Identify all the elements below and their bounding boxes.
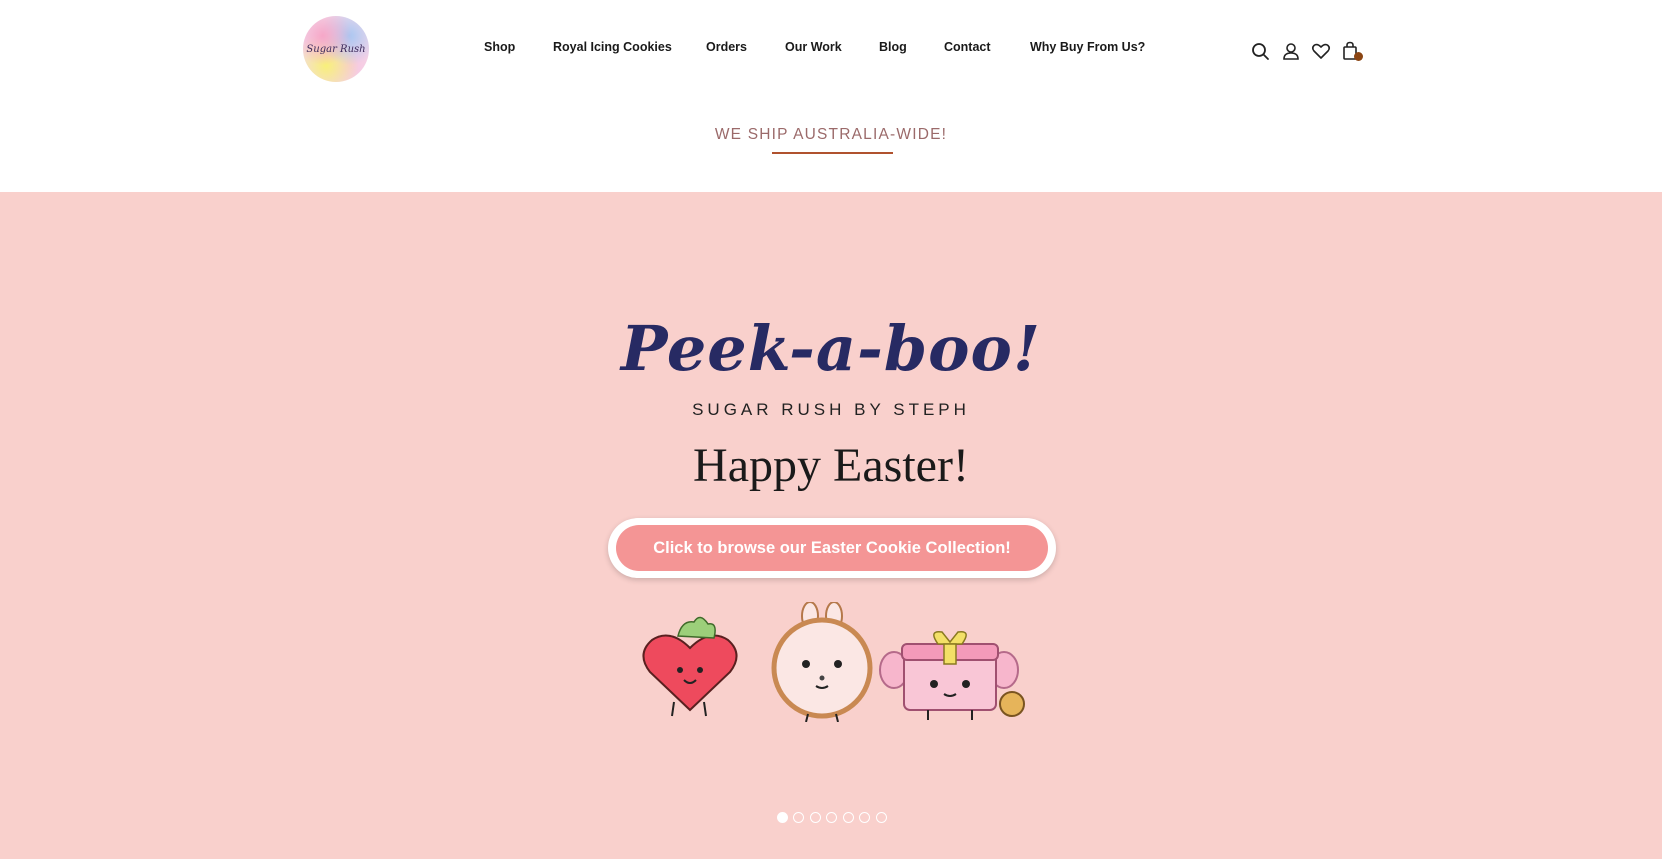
nav-item-shop[interactable]: Shop <box>484 40 515 54</box>
strawberry-heart-cookie-icon <box>642 616 738 717</box>
account-icon[interactable] <box>1280 40 1302 62</box>
site-header: Sugar Rush Shop Royal Icing Cookies Orde… <box>0 0 1662 100</box>
main-nav: Shop Royal Icing Cookies Orders Our Work… <box>0 40 1662 62</box>
hero-subtitle: SUGAR RUSH BY STEPH <box>692 400 970 419</box>
slide-dot-2[interactable] <box>793 812 804 823</box>
slide-dot-3[interactable] <box>810 812 821 823</box>
wishlist-icon[interactable] <box>1310 40 1332 62</box>
gift-box-cookie-icon <box>879 631 1025 720</box>
cookie-characters-illustration <box>642 602 1025 722</box>
announcement-underline <box>772 152 893 154</box>
slide-dot-5[interactable] <box>843 812 854 823</box>
hero-title: Happy Easter! <box>693 439 969 492</box>
search-icon[interactable] <box>1250 40 1272 62</box>
easter-collection-button-label: Click to browse our Easter Cookie Collec… <box>616 525 1048 571</box>
nav-item-royal-icing-cookies[interactable]: Royal Icing Cookies <box>553 40 672 54</box>
slide-dot-4[interactable] <box>826 812 837 823</box>
slide-dot-7[interactable] <box>876 812 887 823</box>
hero-script-title: Peek-a-boo! <box>620 312 1042 385</box>
nav-item-contact[interactable]: Contact <box>944 40 991 54</box>
nav-item-blog[interactable]: Blog <box>879 40 907 54</box>
nav-item-our-work[interactable]: Our Work <box>785 40 842 54</box>
shipping-announcement: WE SHIP AUSTRALIA-WIDE! <box>714 126 948 143</box>
bunny-cookie-icon <box>771 602 873 722</box>
cart-count-badge <box>1354 52 1363 61</box>
cart-icon[interactable] <box>1340 40 1363 62</box>
slide-dot-6[interactable] <box>859 812 870 823</box>
slide-dot-1[interactable] <box>777 812 788 823</box>
nav-item-orders[interactable]: Orders <box>706 40 747 54</box>
hero-banner: Peek-a-boo! SUGAR RUSH BY STEPH Happy Ea… <box>0 192 1662 859</box>
nav-item-why-buy-from-us[interactable]: Why Buy From Us? <box>1030 40 1145 54</box>
easter-collection-button[interactable]: Click to browse our Easter Cookie Collec… <box>608 518 1056 578</box>
